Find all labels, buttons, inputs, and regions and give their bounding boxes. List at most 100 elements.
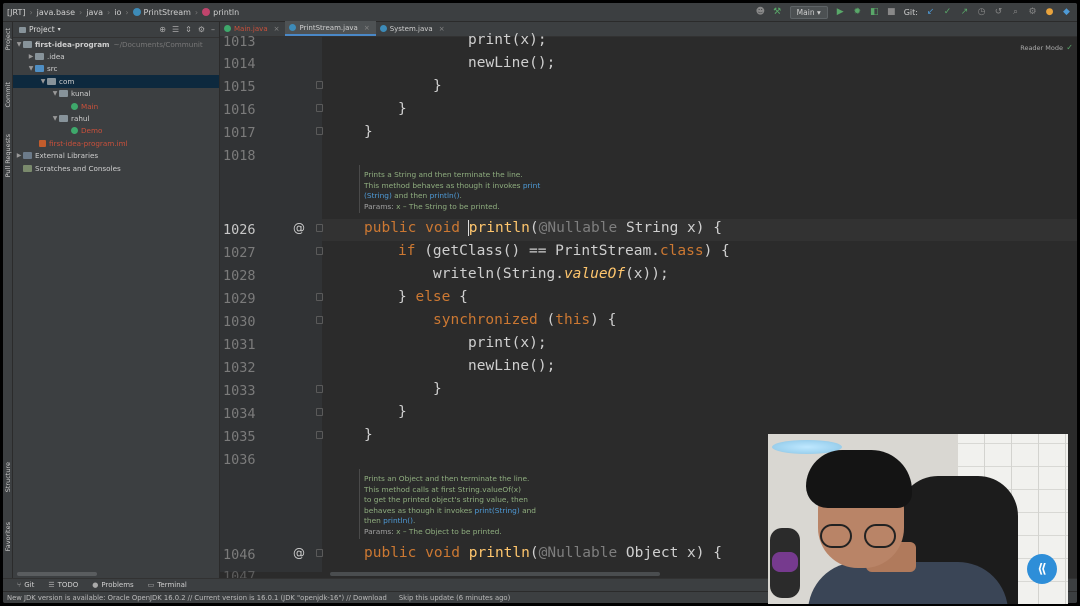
breadcrumb-io[interactable]: io › xyxy=(114,8,132,17)
hide-panel-icon[interactable]: – xyxy=(211,25,215,34)
search-icon[interactable]: ⌕ xyxy=(1011,7,1020,17)
breadcrumb-java[interactable]: java › xyxy=(86,8,114,17)
breadcrumb-printstream[interactable]: PrintStream › xyxy=(132,8,203,17)
chevron-right-icon[interactable]: ▶ xyxy=(15,152,23,159)
git-update-icon[interactable]: ↙ xyxy=(926,7,935,17)
tree-item-scratches[interactable]: Scratches and Consoles xyxy=(13,162,219,174)
tool-window-project[interactable]: Project xyxy=(4,28,12,50)
tool-window-todo[interactable]: ☰ TODO xyxy=(48,581,78,589)
code-line[interactable]: newLine(); xyxy=(468,55,555,71)
tool-window-commit[interactable]: Commit xyxy=(4,82,12,108)
coverage-icon[interactable]: ◧ xyxy=(870,7,879,17)
fold-marker-icon[interactable] xyxy=(316,549,323,557)
chevron-down-icon[interactable]: ▼ xyxy=(39,78,47,85)
tab-system-java[interactable]: System.java × xyxy=(376,21,451,36)
git-rollback-icon[interactable]: ↺ xyxy=(994,7,1003,17)
chevron-down-icon[interactable]: ▼ xyxy=(51,90,59,97)
code-line[interactable]: } xyxy=(364,427,373,443)
tree-item-first-idea-program[interactable]: ▼ first-idea-program ~/Documents/Communit xyxy=(13,38,219,50)
doc-link[interactable]: (String) xyxy=(364,191,392,200)
settings-gear-icon[interactable]: ⚙ xyxy=(1028,7,1037,17)
code-line[interactable]: if (getClass() == PrintStream.class) { xyxy=(398,243,730,259)
code-line[interactable]: } xyxy=(433,381,442,397)
status-message[interactable]: New JDK version is available: Oracle Ope… xyxy=(7,594,387,602)
tool-window-pull-requests[interactable]: Pull Requests xyxy=(4,134,12,177)
doc-link[interactable]: println() xyxy=(430,191,460,200)
stop-icon[interactable]: ■ xyxy=(887,7,896,17)
tree-item-com[interactable]: ▼ com xyxy=(13,75,219,88)
code-line[interactable]: writeln(String.valueOf(x)); xyxy=(433,266,669,282)
fold-marker-icon[interactable] xyxy=(316,247,323,255)
breadcrumb-println[interactable]: println xyxy=(202,8,239,17)
fold-marker-icon[interactable] xyxy=(316,316,323,324)
user-icon[interactable]: ☻ xyxy=(756,7,765,17)
breadcrumb-java-base[interactable]: java.base › xyxy=(37,8,87,17)
tree-item-demo[interactable]: Demo xyxy=(13,125,219,137)
options-gear-icon[interactable]: ⚙ xyxy=(198,25,205,34)
git-push-icon[interactable]: ↗ xyxy=(960,7,969,17)
code-line[interactable]: print(x); xyxy=(468,32,547,48)
fold-marker-icon[interactable] xyxy=(316,293,323,301)
project-horizontal-scrollbar[interactable] xyxy=(17,572,97,576)
git-history-icon[interactable]: ◷ xyxy=(977,7,986,17)
code-line[interactable]: print(x); xyxy=(468,335,547,351)
code-line[interactable]: } xyxy=(364,124,373,140)
tool-window-problems[interactable]: ● Problems xyxy=(92,581,133,589)
tool-window-terminal[interactable]: ▭ Terminal xyxy=(148,581,187,589)
doc-link[interactable]: println() xyxy=(383,516,413,525)
chevron-down-icon[interactable]: ▼ xyxy=(27,65,35,72)
tool-window-structure[interactable]: Structure xyxy=(4,462,12,492)
expand-all-icon[interactable]: ⇕ xyxy=(185,25,192,34)
chevron-right-icon[interactable]: ▶ xyxy=(27,53,35,60)
chevron-down-icon[interactable]: ▼ xyxy=(15,41,23,48)
tree-item-main[interactable]: Main xyxy=(13,100,219,112)
code-line[interactable]: } else { xyxy=(398,289,468,305)
chevron-down-icon[interactable]: ▼ xyxy=(51,115,59,122)
run-configuration-select[interactable]: Main ▾ xyxy=(789,5,828,19)
code-line[interactable]: } xyxy=(398,101,407,117)
tab-printstream-java[interactable]: PrintStream.java × xyxy=(285,21,376,36)
doc-link[interactable]: print xyxy=(523,181,540,190)
fold-marker-icon[interactable] xyxy=(316,81,323,89)
plugin-icon[interactable]: ◆ xyxy=(1062,7,1071,17)
chevron-down-icon[interactable]: ▾ xyxy=(58,26,61,33)
fold-marker-icon[interactable] xyxy=(316,224,323,232)
fold-marker-icon[interactable] xyxy=(316,431,323,439)
tree-item-kunal[interactable]: ▼ kunal xyxy=(13,88,219,100)
close-icon[interactable]: × xyxy=(364,24,370,32)
project-panel-title[interactable]: Project xyxy=(29,25,55,34)
doc-link[interactable]: print(String) xyxy=(475,506,520,515)
code-line[interactable]: } xyxy=(398,404,407,420)
editor-horizontal-scrollbar[interactable] xyxy=(330,572,660,576)
build-hammer-icon[interactable]: ⚒ xyxy=(773,7,782,17)
tool-window-git[interactable]: ⑂ Git xyxy=(17,581,34,589)
tree-item-idea[interactable]: ▶ .idea xyxy=(13,50,219,62)
tree-item-iml[interactable]: first-idea-program.iml xyxy=(13,137,219,149)
tool-window-favorites[interactable]: Favorites xyxy=(4,522,12,551)
overrides-at-icon[interactable]: @ xyxy=(293,221,305,235)
code-line[interactable]: newLine(); xyxy=(468,358,555,374)
fold-marker-icon[interactable] xyxy=(316,385,323,393)
code-line[interactable]: } xyxy=(433,78,442,94)
tree-item-external-libraries[interactable]: ▶ External Libraries xyxy=(13,150,219,162)
tree-item-src[interactable]: ▼ src xyxy=(13,63,219,75)
overrides-at-icon[interactable]: @ xyxy=(293,546,305,560)
code-line[interactable]: public void println(@Nullable String x) … xyxy=(364,220,722,236)
code-line[interactable]: public void println(@Nullable Object x) … xyxy=(364,545,722,561)
select-opened-file-icon[interactable]: ⊕ xyxy=(159,25,166,34)
collapse-all-icon[interactable]: ☰ xyxy=(172,25,179,34)
run-icon[interactable]: ▶ xyxy=(836,7,845,17)
close-icon[interactable]: × xyxy=(274,25,280,33)
code-line[interactable]: synchronized (this) { xyxy=(433,312,616,328)
close-icon[interactable]: × xyxy=(439,25,445,33)
fold-marker-icon[interactable] xyxy=(316,408,323,416)
updates-icon[interactable]: ● xyxy=(1045,7,1054,17)
breadcrumb-jrt[interactable]: [JRT] › xyxy=(7,8,37,17)
reader-mode-toggle[interactable]: Reader Mode xyxy=(1020,44,1063,52)
git-commit-icon[interactable]: ✓ xyxy=(943,7,952,17)
status-skip-update[interactable]: Skip this update (6 minutes ago) xyxy=(399,594,510,602)
tree-item-rahul[interactable]: ▼ rahul xyxy=(13,112,219,124)
debug-icon[interactable]: ✹ xyxy=(853,7,862,17)
fold-marker-icon[interactable] xyxy=(316,104,323,112)
fold-marker-icon[interactable] xyxy=(316,127,323,135)
